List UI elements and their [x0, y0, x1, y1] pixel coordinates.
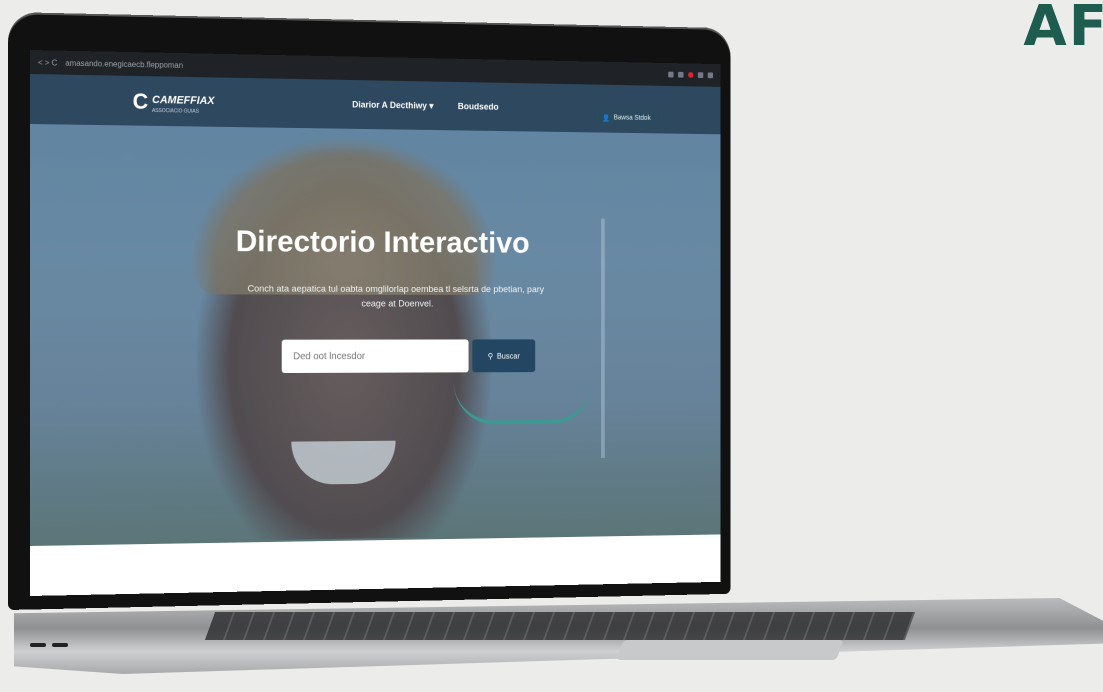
logo-subtitle: ASSOCIACIO GUIAS	[152, 107, 199, 115]
menu-item-results[interactable]: Boudsedo	[458, 101, 499, 112]
header-action-button[interactable]: 👤 Bawsa Stdok	[594, 109, 658, 127]
extension-icon[interactable]	[707, 72, 714, 79]
search-bar: ⚲ Buscar	[281, 339, 536, 374]
page-title: Directorio Interactivo	[235, 223, 530, 260]
decorative-arc	[453, 381, 593, 425]
browser-extensions[interactable]	[668, 71, 714, 79]
main-menu: Diarior A Decthiwy ▾ Boudsedo	[352, 100, 498, 113]
search-button-label: Buscar	[496, 351, 520, 361]
extension-icon[interactable]	[668, 71, 674, 78]
laptop-keyboard	[204, 612, 916, 640]
corner-brand-text: AF	[1023, 0, 1103, 59]
logo-mark: C	[132, 88, 149, 114]
menu-item-directory[interactable]: Diarior A Decthiwy ▾	[352, 100, 433, 112]
extension-icon[interactable]	[678, 71, 684, 78]
laptop-trackpad	[616, 640, 844, 660]
laptop-ports	[30, 634, 74, 652]
user-icon: 👤	[602, 114, 610, 122]
logo-name: CAMEFFIAX	[152, 94, 215, 108]
browser-nav-controls[interactable]: < > C	[38, 58, 57, 67]
record-icon[interactable]	[687, 72, 694, 78]
page-subtitle: Conch ata aepatica tul oabta omglilorlap…	[247, 283, 545, 310]
search-icon: ⚲	[487, 351, 494, 361]
site-logo[interactable]: C CAMEFFIAX ASSOCIACIO GUIAS	[132, 88, 215, 115]
search-button[interactable]: ⚲ Buscar	[472, 339, 536, 373]
search-input[interactable]	[281, 339, 469, 374]
extension-icon[interactable]	[697, 72, 704, 79]
laptop-screen: < > C amasando.enegicaecb.fleppoman C CA…	[30, 50, 721, 596]
header-action-label: Bawsa Stdok	[613, 114, 651, 122]
